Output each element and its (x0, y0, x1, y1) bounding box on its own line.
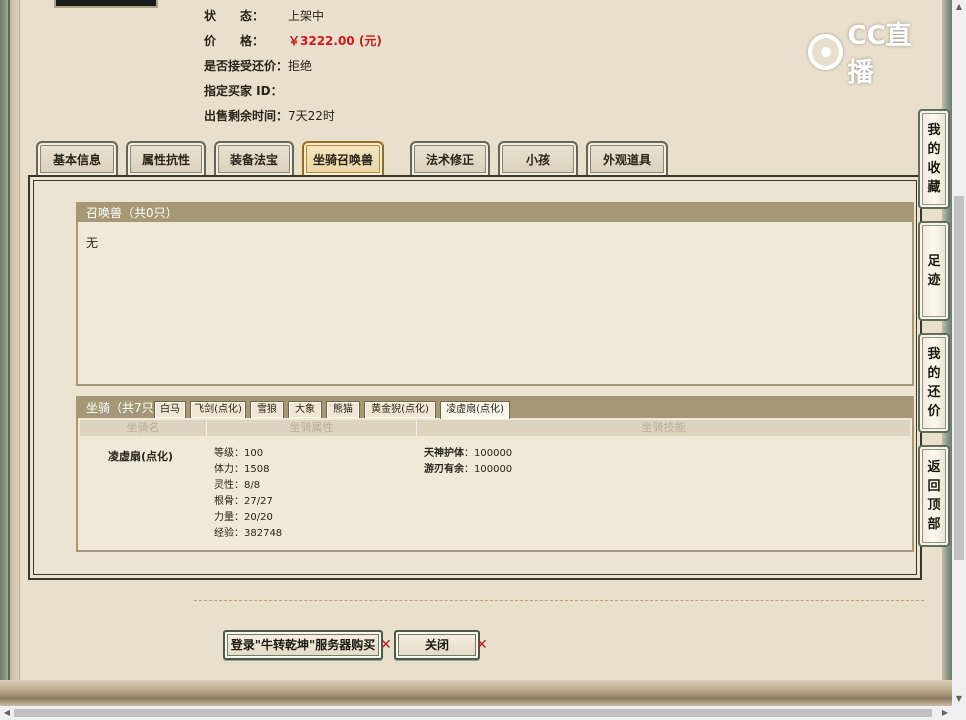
tab-attributes[interactable]: 属性抗性 (126, 141, 206, 175)
mount-tab-lingxu-fan[interactable]: 凌虚扇(点化) (440, 401, 510, 419)
attribute-level: 等级：100 (214, 448, 264, 459)
mount-table-header: 坐骑名 坐骑属性 坐骑技能 (80, 420, 910, 436)
skill-row: 游刃有余：100000 (424, 462, 512, 478)
nav-char: 我 (927, 347, 941, 362)
skill-name: 游刃有余 (424, 464, 464, 475)
skill-row: 天神护体：100000 (424, 446, 512, 462)
skill-value: ：100000 (464, 464, 513, 475)
skill-value: ：100000 (464, 448, 513, 459)
column-mount-name: 坐骑名 (126, 421, 160, 434)
price-value: ￥3222.00 (元) (288, 34, 382, 48)
nav-char: 的 (927, 366, 941, 381)
history-button[interactable]: 足 迹 (918, 221, 950, 321)
nav-char: 回 (927, 479, 941, 494)
left-frame-border (0, 0, 20, 706)
nav-char: 顶 (927, 498, 941, 513)
vertical-scroll-thumb[interactable] (954, 196, 964, 560)
mount-header-bar: 坐骑（共7只 白马 飞剑(点化) 雪狼 大象 熊猫 黄金猊(点化) 凌虚扇(点化… (78, 398, 912, 419)
tab-basic-info[interactable]: 基本信息 (36, 141, 118, 175)
mount-tab-white-horse[interactable]: 白马 (154, 401, 186, 418)
item-thumbnail (54, 0, 158, 8)
bottom-frame-border (0, 680, 952, 706)
attribute-strength: 力量：20/20 (214, 512, 273, 523)
my-favorites-button[interactable]: 我 的 收 藏 (918, 109, 950, 209)
cc-logo-icon (808, 34, 844, 70)
counteroffer-label: 是否接受还价： (204, 59, 289, 73)
attribute-experience: 经验：382748 (214, 528, 283, 539)
summon-header: 召唤兽（共0只） (78, 204, 912, 222)
mount-tab-snow-wolf[interactable]: 雪狼 (250, 401, 284, 418)
scroll-left-arrow-icon[interactable]: ◀ (0, 706, 14, 720)
nav-char: 价 (927, 404, 941, 419)
mount-tab-flying-sword[interactable]: 飞剑(点化) (190, 401, 246, 418)
summon-empty-text: 无 (86, 236, 99, 250)
server-buy-button[interactable]: 登录"牛转乾坤"服务器购买 (223, 630, 383, 660)
mount-section: 坐骑（共7只 白马 飞剑(点化) 雪狼 大象 熊猫 黄金猊(点化) 凌虚扇(点化… (76, 396, 914, 552)
nav-char: 返 (927, 460, 941, 475)
nav-char: 收 (927, 161, 941, 176)
nav-char: 足 (927, 254, 941, 269)
counteroffer-value: 拒绝 (288, 59, 313, 73)
price-row: 价 格： ￥3222.00 (元) (204, 32, 382, 50)
cc-live-watermark: CC直播 (808, 21, 936, 88)
scroll-down-arrow-icon[interactable]: ▼ (952, 692, 966, 706)
column-mount-skills: 坐骑技能 (641, 421, 686, 434)
time-value: 7天22时 (288, 109, 335, 123)
watermark-text: CC直播 (847, 21, 912, 88)
mount-skill-list: 天神护体：100000 游刃有余：100000 (424, 446, 512, 478)
my-counteroffers-button[interactable]: 我 的 还 价 (918, 333, 950, 433)
close-button[interactable]: 关闭 (394, 630, 480, 660)
close-x-icon: ✕ (476, 637, 488, 653)
attribute-spirit: 灵性：8/8 (214, 480, 261, 491)
back-to-top-button[interactable]: 返 回 顶 部 (918, 445, 950, 547)
counteroffer-row: 是否接受还价：拒绝 (204, 57, 312, 75)
scroll-right-arrow-icon[interactable]: ▶ (938, 706, 952, 720)
time-row: 出售剩余时间：7天22时 (204, 107, 335, 125)
nav-char: 部 (927, 517, 941, 532)
tab-appearance-items[interactable]: 外观道具 (586, 141, 668, 175)
buyer-label: 指定买家 ID： (204, 84, 283, 98)
nav-char: 我 (927, 123, 941, 138)
horizontal-scrollbar[interactable]: ◀ ▶ (0, 706, 966, 720)
vertical-scrollbar[interactable]: ▲ ▼ (952, 0, 966, 706)
nav-char: 藏 (927, 180, 941, 195)
summon-section: 召唤兽（共0只） 无 (76, 202, 914, 386)
status-value: 上架中 (288, 9, 325, 23)
tab-equipment[interactable]: 装备法宝 (214, 141, 294, 175)
tab-spell-correction[interactable]: 法术修正 (410, 141, 490, 175)
status-row: 状 态： 上架中 (204, 7, 324, 25)
mount-tab-panda[interactable]: 熊猫 (326, 401, 360, 418)
mount-header-title: 坐骑（共7只 (86, 401, 154, 415)
mount-tab-golden-lion[interactable]: 黄金猊(点化) (364, 401, 436, 418)
horizontal-scroll-thumb[interactable] (14, 709, 932, 717)
mount-tab-elephant[interactable]: 大象 (288, 401, 322, 418)
buyer-row: 指定买家 ID： (204, 82, 288, 100)
skill-name: 天神护体 (424, 448, 464, 459)
time-label: 出售剩余时间： (204, 109, 289, 123)
close-x-icon: ✕ (380, 637, 392, 653)
mount-name: 凌虚扇(点化) (108, 450, 174, 463)
tab-mounts-summons[interactable]: 坐骑召唤兽 (302, 141, 384, 175)
status-label: 状 态： (204, 9, 265, 23)
price-label: 价 格： (204, 34, 265, 48)
dashed-divider (194, 600, 924, 601)
tab-children[interactable]: 小孩 (498, 141, 578, 175)
attribute-stamina: 体力：1508 (214, 464, 270, 475)
scroll-up-arrow-icon[interactable]: ▲ (952, 0, 966, 14)
nav-char: 迹 (927, 273, 941, 288)
column-mount-attributes: 坐骑属性 (289, 421, 334, 434)
nav-char: 的 (927, 142, 941, 157)
attribute-constitution: 根骨：27/27 (214, 496, 273, 507)
mount-attribute-list: 等级：100 体力：1508 灵性：8/8 根骨：27/27 力量：20/20 … (214, 446, 282, 542)
nav-char: 还 (927, 385, 941, 400)
